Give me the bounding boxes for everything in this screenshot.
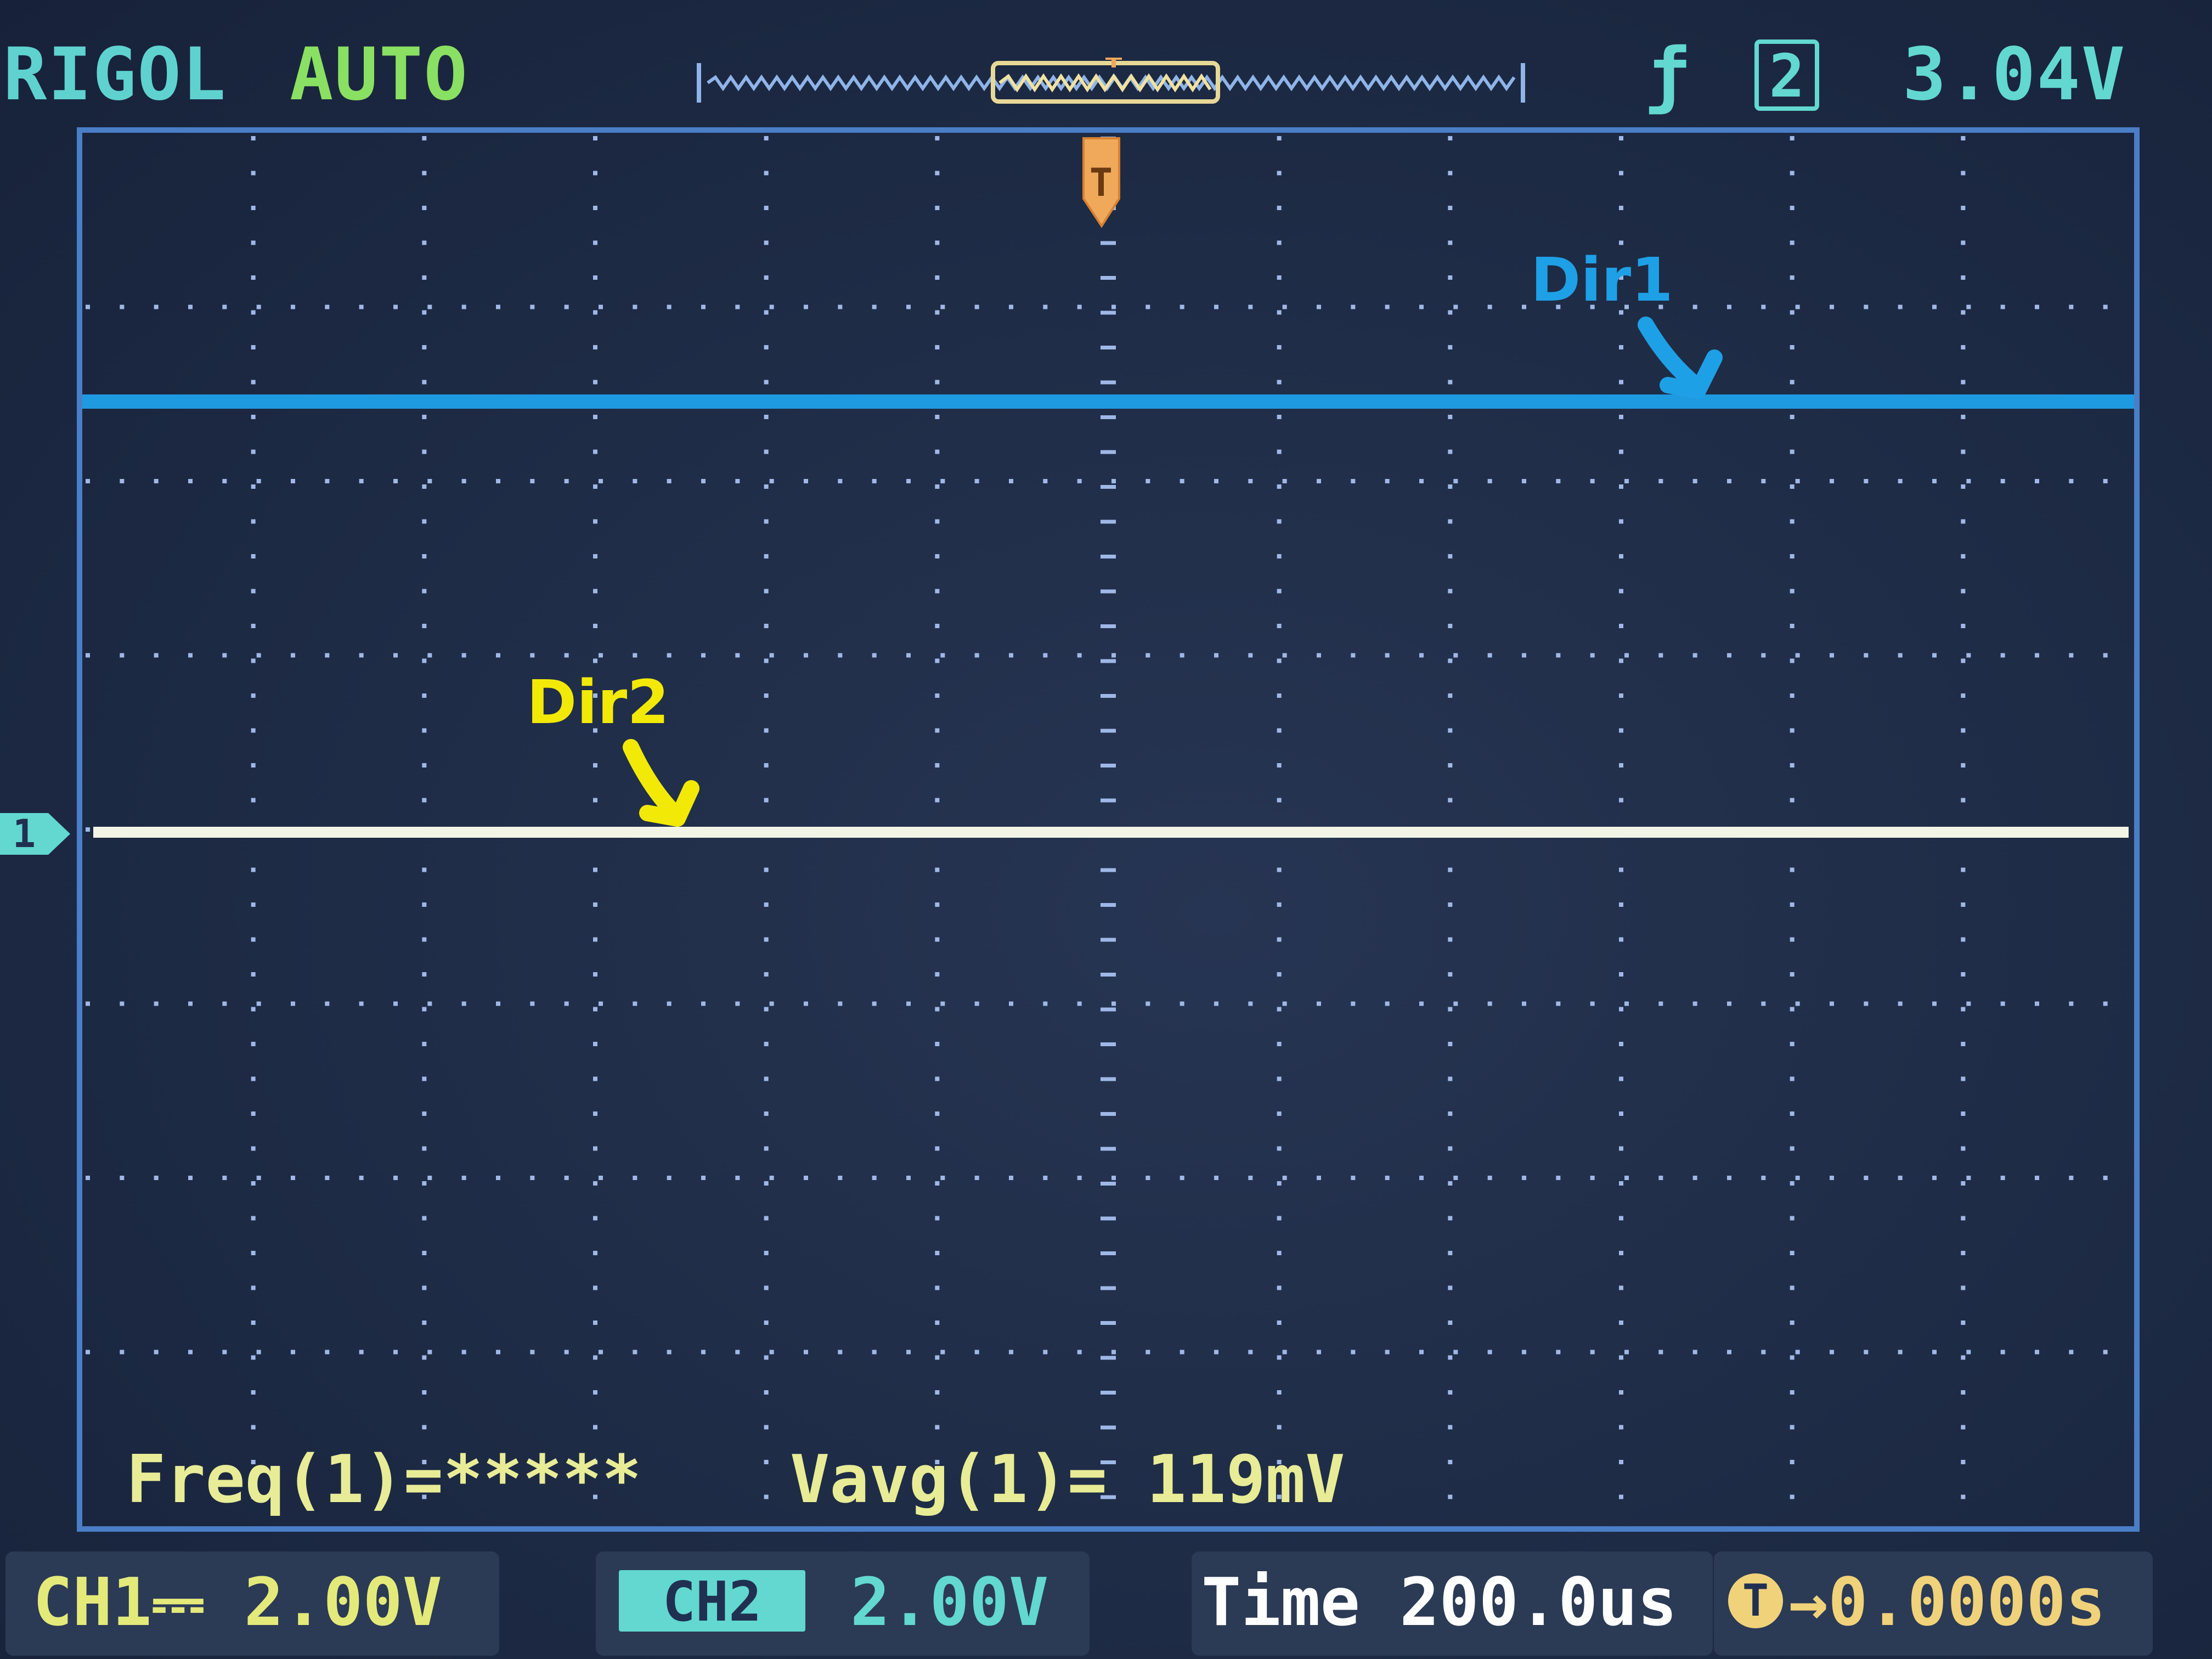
ch1-readout: CH1⎓ 2.00V bbox=[33, 1570, 442, 1636]
ch1-scale: 2.00V bbox=[244, 1565, 442, 1641]
trigger-position-marker: T bbox=[1082, 137, 1120, 228]
ch2-scale: 2.00V bbox=[850, 1565, 1049, 1641]
trigger-position-value: →0.0000s bbox=[1788, 1565, 2106, 1641]
ch2-label-badge: CH2 bbox=[619, 1570, 805, 1632]
graticule: T bbox=[82, 136, 2134, 1499]
dir1-arrow-icon bbox=[1638, 317, 1723, 399]
timebase-readout: Time 200.0us bbox=[1201, 1570, 1677, 1636]
oscilloscope-screen: RIGOL AUTO ƒ 2 3.04V T Dir1 Dir2 1 Freq(… bbox=[0, 0, 2212, 1659]
memory-depth-indicator bbox=[697, 58, 1525, 104]
trigger-position-icon: T bbox=[1728, 1573, 1783, 1628]
time-scale: 200.0us bbox=[1400, 1565, 1677, 1641]
dir2-annotation: Dir2 bbox=[527, 667, 669, 737]
ground-marker-label: 1 bbox=[13, 811, 36, 856]
freq-measurement: Freq(1)=***** bbox=[126, 1442, 642, 1518]
rising-edge-icon: ƒ bbox=[1646, 32, 1690, 117]
vavg-measurement: Vavg(1)= 119mV bbox=[790, 1442, 1345, 1518]
waveform-display: T bbox=[77, 127, 2140, 1532]
dir1-annotation: Dir1 bbox=[1531, 245, 1673, 315]
ch1-ground-marker: 1 bbox=[0, 811, 70, 856]
trigger-source-badge: 2 bbox=[1754, 40, 1819, 111]
trigger-mode-label: AUTO bbox=[290, 32, 469, 117]
grid-dots bbox=[86, 136, 2108, 1499]
trigger-marker-label: T bbox=[1090, 160, 1113, 205]
ch1-label: CH1 bbox=[33, 1565, 152, 1641]
dir2-arrow-icon bbox=[623, 739, 699, 827]
time-label: Time bbox=[1201, 1565, 1360, 1641]
trigger-level-readout: 3.04V bbox=[1903, 32, 2126, 117]
brand-label: RIGOL bbox=[3, 32, 227, 117]
dc-coupling-icon: ⎓ bbox=[151, 1565, 244, 1641]
